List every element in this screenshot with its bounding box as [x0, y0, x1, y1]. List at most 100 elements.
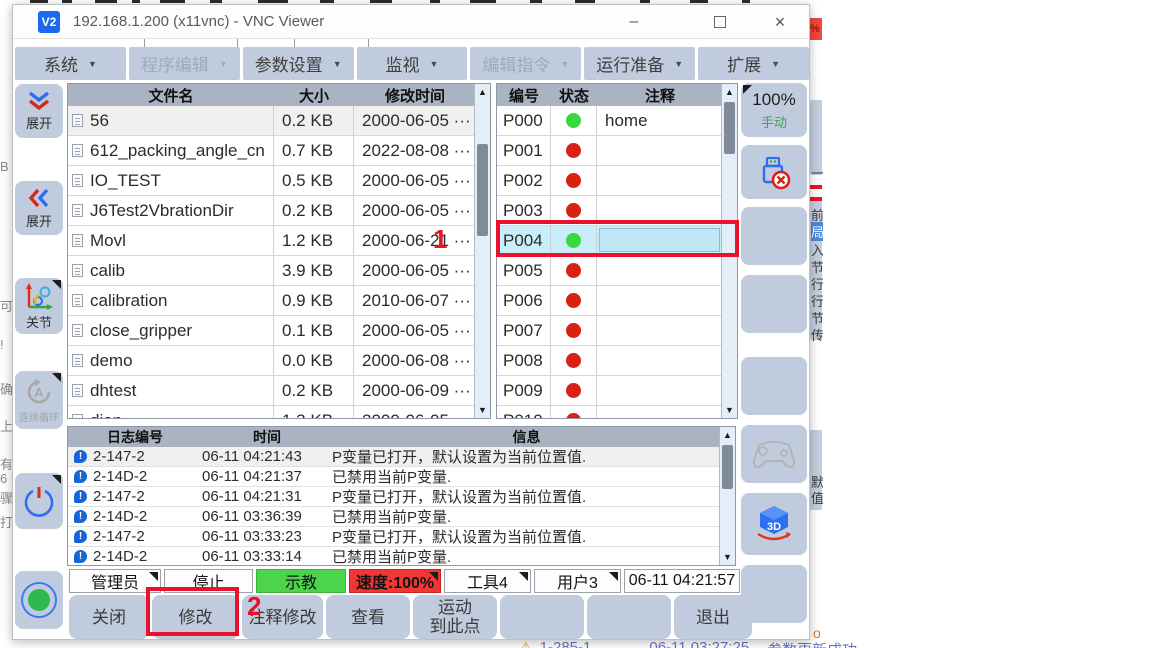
modify-button[interactable]: 修改	[152, 595, 239, 639]
log-row[interactable]: ! 2-147-2 06-11 04:21:31 P变量已打开，默认设置为当前位…	[68, 487, 735, 507]
tool-chip[interactable]: 工具4	[444, 569, 531, 593]
col-log-code[interactable]: 日志编号	[68, 427, 202, 447]
pvar-row[interactable]: P006	[497, 286, 737, 316]
window-title: 192.168.1.200 (x11vnc) - VNC Viewer	[73, 13, 324, 30]
loop-label: 连续循环	[19, 409, 59, 424]
file-row[interactable]: demo 0.0 KB 2000-06-08 ···	[68, 346, 490, 376]
scroll-down-icon[interactable]: ▼	[720, 550, 735, 564]
empty-action-button[interactable]	[587, 595, 671, 639]
empty-tool-button[interactable]	[741, 275, 807, 333]
menu-item[interactable]: 参数设置 ▼	[243, 47, 354, 80]
file-row[interactable]: Movl 1.2 KB 2000-06-21 ···	[68, 226, 490, 256]
file-row[interactable]: calibration 0.9 KB 2010-06-07 ···	[68, 286, 490, 316]
pvar-row[interactable]: P003	[497, 196, 737, 226]
col-status[interactable]: 状态	[551, 85, 597, 106]
empty-action-button[interactable]	[500, 595, 584, 639]
minimize-button[interactable]: –	[621, 10, 647, 34]
maximize-button[interactable]	[707, 10, 733, 34]
log-row[interactable]: ! 2-147-2 06-11 04:21:43 P变量已打开，默认设置为当前位…	[68, 447, 735, 467]
user-role-chip[interactable]: 管理员	[69, 569, 161, 593]
scroll-up-icon[interactable]: ▲	[475, 85, 490, 99]
mode-chip[interactable]: 示教	[256, 569, 346, 593]
pvar-row[interactable]: P010	[497, 406, 737, 419]
chevron-down-icon: ▼	[219, 59, 228, 69]
chevron-down-icon: ▼	[674, 59, 683, 69]
continuous-loop-button[interactable]: A 连续循环	[15, 371, 63, 429]
log-row[interactable]: ! 2-147-2 06-11 03:33:23 P变量已打开，默认设置为当前位…	[68, 527, 735, 547]
background-fragment	[530, 0, 542, 3]
log-row[interactable]: ! 2-14D-2 06-11 03:33:14 已禁用当前P变量.	[68, 547, 735, 566]
file-row[interactable]: close_gripper 0.1 KB 2000-06-05 ···	[68, 316, 490, 346]
comment-input-box[interactable]	[599, 228, 720, 252]
menu-item[interactable]: 编辑指令 ▼	[470, 47, 581, 80]
servo-status-button[interactable]	[15, 571, 63, 629]
view-button[interactable]: 查看	[326, 595, 410, 639]
pvar-row[interactable]: P000 home	[497, 106, 737, 136]
file-row[interactable]: 612_packing_angle_cn 0.7 KB 2022-08-08 ·…	[68, 136, 490, 166]
usb-status-button[interactable]	[741, 145, 807, 199]
menu-item[interactable]: 扩展 ▼	[698, 47, 809, 80]
power-button[interactable]	[15, 473, 63, 529]
expand-down-button[interactable]: 展开	[15, 84, 63, 138]
scroll-up-icon[interactable]: ▲	[720, 428, 735, 442]
background-fragment	[810, 197, 822, 201]
pvar-row[interactable]: P009	[497, 376, 737, 406]
pvar-id: P000	[497, 106, 551, 135]
pvar-row[interactable]: P001	[497, 136, 737, 166]
expand-left-button[interactable]: 展开	[15, 181, 63, 235]
gamepad-button[interactable]	[741, 425, 807, 483]
status-dot	[566, 323, 581, 338]
file-name-cell: 612_packing_angle_cn	[68, 136, 274, 165]
file-row[interactable]: calib 3.9 KB 2000-06-05 ···	[68, 256, 490, 286]
col-comment[interactable]: 注释	[597, 85, 723, 106]
close-action-button[interactable]: 关闭	[69, 595, 149, 639]
log-table-scrollbar[interactable]: ▲ ▼	[719, 427, 735, 565]
empty-tool-button[interactable]	[741, 357, 807, 415]
speed-percent: 100%	[752, 90, 795, 110]
menu-item[interactable]: 程序编辑 ▼	[129, 47, 240, 80]
expand-label: 展开	[26, 113, 52, 132]
empty-tool-button[interactable]	[741, 207, 807, 265]
pvar-row[interactable]: P008	[497, 346, 737, 376]
speed-mode-button[interactable]: 100% 手动	[741, 83, 807, 137]
log-row[interactable]: ! 2-14D-2 06-11 04:21:37 已禁用当前P变量.	[68, 467, 735, 487]
menu-item[interactable]: 运行准备 ▼	[584, 47, 695, 80]
scroll-down-icon[interactable]: ▼	[475, 403, 490, 417]
scroll-up-icon[interactable]: ▲	[722, 85, 737, 99]
col-log-msg[interactable]: 信息	[332, 427, 721, 447]
pvar-row[interactable]: P005	[497, 256, 737, 286]
col-mtime[interactable]: 修改时间	[354, 85, 476, 106]
scroll-down-icon[interactable]: ▼	[722, 403, 737, 417]
pvar-row[interactable]: P007	[497, 316, 737, 346]
col-id[interactable]: 编号	[497, 85, 551, 106]
col-filename[interactable]: 文件名	[68, 85, 274, 106]
title-bar[interactable]: V2 192.168.1.200 (x11vnc) - VNC Viewer –…	[13, 5, 809, 39]
speed-chip[interactable]: 速度:100%	[349, 569, 441, 593]
joint-coord-button[interactable]: 关节	[15, 278, 63, 334]
pvar-row[interactable]: P002	[497, 166, 737, 196]
file-row[interactable]: J6Test2VbrationDir 0.2 KB 2000-06-05 ···	[68, 196, 490, 226]
pvar-row[interactable]: P004	[497, 226, 737, 256]
col-size[interactable]: 大小	[274, 85, 354, 106]
file-row[interactable]: dian 1.3 KB 2000-06-05 ···	[68, 406, 490, 419]
run-state-chip[interactable]: 停止	[164, 569, 253, 593]
log-row[interactable]: ! 2-14D-2 06-11 03:36:39 已禁用当前P变量.	[68, 507, 735, 527]
empty-tool-button[interactable]	[741, 565, 807, 623]
user-frame-chip[interactable]: 用户3	[534, 569, 621, 593]
file-table-scrollbar[interactable]: ▲ ▼	[474, 84, 490, 418]
scrollbar-thumb[interactable]	[477, 144, 488, 236]
scrollbar-thumb[interactable]	[722, 445, 733, 489]
file-row[interactable]: dhtest 0.2 KB 2000-06-09 ···	[68, 376, 490, 406]
pvar-table-scrollbar[interactable]: ▲ ▼	[721, 84, 737, 418]
scrollbar-thumb[interactable]	[724, 102, 735, 154]
comment-modify-button[interactable]: 注释修改	[242, 595, 323, 639]
menu-item[interactable]: 系统 ▼	[15, 47, 126, 80]
file-size: 0.5 KB	[274, 166, 354, 195]
move-to-point-button[interactable]: 运动 到此点	[413, 595, 497, 639]
file-row[interactable]: 56 0.2 KB 2000-06-05 ···	[68, 106, 490, 136]
menu-item[interactable]: 监视 ▼	[357, 47, 468, 80]
view-3d-button[interactable]: 3D	[741, 493, 807, 555]
col-log-time[interactable]: 时间	[202, 427, 332, 447]
close-button[interactable]: ×	[767, 10, 793, 34]
file-row[interactable]: IO_TEST 0.5 KB 2000-06-05 ···	[68, 166, 490, 196]
